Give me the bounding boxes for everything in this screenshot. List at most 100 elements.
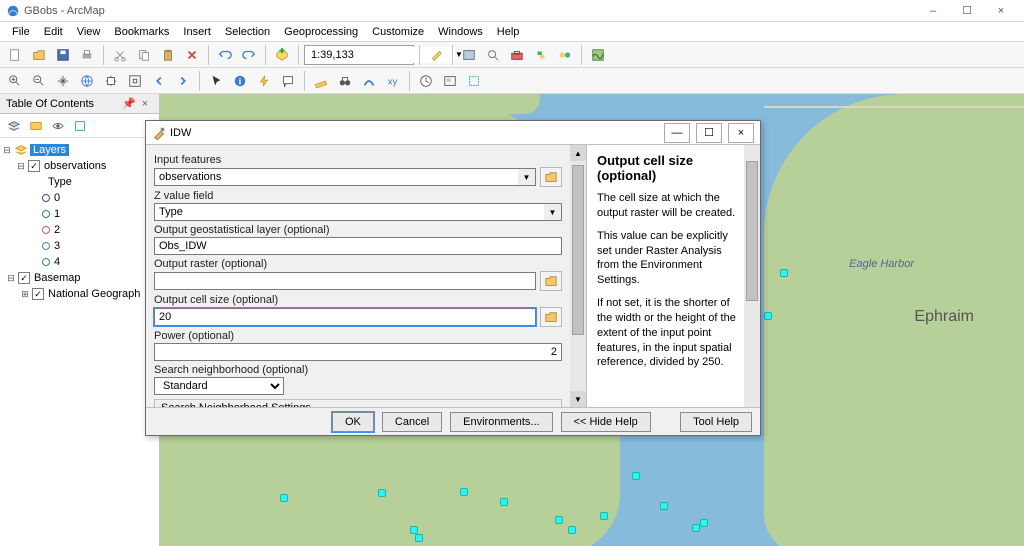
open-button[interactable] bbox=[28, 44, 50, 66]
geostatistical-analyst-button[interactable] bbox=[587, 44, 609, 66]
hide-help-button[interactable]: << Hide Help bbox=[561, 412, 651, 432]
save-button[interactable] bbox=[52, 44, 74, 66]
output-cell-field[interactable] bbox=[154, 308, 536, 326]
browse-cell-button[interactable] bbox=[540, 307, 562, 327]
fixed-zoom-out-button[interactable] bbox=[124, 70, 146, 92]
menu-windows[interactable]: Windows bbox=[432, 24, 489, 40]
layer-visibility-checkbox[interactable]: ✓ bbox=[32, 288, 44, 300]
menu-help[interactable]: Help bbox=[491, 24, 526, 40]
window-close-button[interactable]: × bbox=[984, 2, 1018, 20]
measure-button[interactable] bbox=[310, 70, 332, 92]
map-scale-combo[interactable]: ▼ bbox=[304, 45, 414, 65]
cut-button[interactable] bbox=[109, 44, 131, 66]
menu-selection[interactable]: Selection bbox=[219, 24, 276, 40]
select-elements-button[interactable] bbox=[205, 70, 227, 92]
output-geo-field[interactable] bbox=[154, 237, 562, 255]
menu-edit[interactable]: Edit bbox=[38, 24, 69, 40]
menu-insert[interactable]: Insert bbox=[177, 24, 217, 40]
redo-button[interactable] bbox=[238, 44, 260, 66]
time-slider-button[interactable] bbox=[415, 70, 437, 92]
html-popup-button[interactable] bbox=[277, 70, 299, 92]
editor-toolbar-icon[interactable] bbox=[425, 44, 447, 66]
back-extent-button[interactable] bbox=[148, 70, 170, 92]
fixed-zoom-in-button[interactable] bbox=[100, 70, 122, 92]
menu-customize[interactable]: Customize bbox=[366, 24, 430, 40]
scroll-up-arrow[interactable]: ▲ bbox=[570, 145, 586, 161]
print-button[interactable] bbox=[76, 44, 98, 66]
legend-class-0[interactable]: 0 bbox=[2, 190, 157, 206]
hyperlink-button[interactable] bbox=[253, 70, 275, 92]
tool-help-button[interactable]: Tool Help bbox=[680, 412, 752, 432]
search-window-button[interactable] bbox=[482, 44, 504, 66]
catalog-window-button[interactable] bbox=[458, 44, 480, 66]
layer-visibility-checkbox[interactable]: ✓ bbox=[18, 272, 30, 284]
tree-item-basemap[interactable]: ⊟ ✓ Basemap bbox=[2, 270, 157, 286]
dialog-maximize-button[interactable]: ☐ bbox=[696, 123, 722, 143]
modelbuilder-button[interactable] bbox=[554, 44, 576, 66]
zoom-out-button[interactable] bbox=[28, 70, 50, 92]
legend-class-2[interactable]: 2 bbox=[2, 222, 157, 238]
legend-class-3[interactable]: 3 bbox=[2, 238, 157, 254]
copy-button[interactable] bbox=[133, 44, 155, 66]
scroll-thumb[interactable] bbox=[572, 165, 584, 335]
create-viewer-button[interactable] bbox=[439, 70, 461, 92]
ok-button[interactable]: OK bbox=[332, 412, 374, 432]
dialog-minimize-button[interactable]: — bbox=[664, 123, 690, 143]
add-data-button[interactable] bbox=[271, 44, 293, 66]
close-panel-button[interactable]: × bbox=[137, 98, 153, 110]
legend-class-4[interactable]: 4 bbox=[2, 254, 157, 270]
z-value-dropdown[interactable]: ▼ bbox=[544, 203, 562, 221]
forward-extent-button[interactable] bbox=[172, 70, 194, 92]
zoom-in-button[interactable] bbox=[4, 70, 26, 92]
list-by-source-button[interactable] bbox=[26, 116, 46, 136]
browse-raster-button[interactable] bbox=[540, 271, 562, 291]
identify-button[interactable]: i bbox=[229, 70, 251, 92]
z-value-field[interactable] bbox=[154, 203, 544, 221]
go-to-xy-button[interactable]: xy bbox=[382, 70, 404, 92]
window-minimize-button[interactable]: – bbox=[916, 2, 950, 20]
help-scrollbar[interactable] bbox=[744, 145, 760, 407]
tree-item-observations[interactable]: ⊟ ✓ observations bbox=[2, 158, 157, 174]
dialog-close-button[interactable]: × bbox=[728, 123, 754, 143]
scroll-thumb[interactable] bbox=[746, 161, 758, 301]
scroll-down-arrow[interactable]: ▼ bbox=[570, 391, 586, 407]
arctoolbox-button[interactable] bbox=[506, 44, 528, 66]
select-features-button[interactable] bbox=[463, 70, 485, 92]
delete-button[interactable] bbox=[181, 44, 203, 66]
undo-button[interactable] bbox=[214, 44, 236, 66]
pan-button[interactable] bbox=[52, 70, 74, 92]
cancel-button[interactable]: Cancel bbox=[382, 412, 442, 432]
output-raster-field[interactable] bbox=[154, 272, 536, 290]
menu-file[interactable]: File bbox=[6, 24, 36, 40]
form-scrollbar[interactable]: ▲ ▼ bbox=[570, 145, 586, 407]
menu-bookmarks[interactable]: Bookmarks bbox=[108, 24, 175, 40]
input-features-field[interactable] bbox=[154, 168, 518, 186]
list-by-drawing-order-button[interactable] bbox=[4, 116, 24, 136]
expand-icon[interactable]: ⊞ bbox=[20, 289, 30, 300]
full-extent-button[interactable] bbox=[76, 70, 98, 92]
tree-root-layers[interactable]: ⊟ Layers bbox=[2, 142, 157, 158]
list-by-selection-button[interactable] bbox=[70, 116, 90, 136]
legend-class-1[interactable]: 1 bbox=[2, 206, 157, 222]
collapse-icon[interactable]: ⊟ bbox=[6, 273, 16, 284]
collapse-icon[interactable]: ⊟ bbox=[16, 161, 26, 172]
pin-icon[interactable]: 📌 bbox=[121, 97, 137, 110]
tree-item-natgeo[interactable]: ⊞ ✓ National Geograph bbox=[2, 286, 157, 302]
browse-input-button[interactable] bbox=[540, 167, 562, 187]
find-route-button[interactable] bbox=[358, 70, 380, 92]
list-by-visibility-button[interactable] bbox=[48, 116, 68, 136]
new-doc-button[interactable] bbox=[4, 44, 26, 66]
menu-geoprocessing[interactable]: Geoprocessing bbox=[278, 24, 364, 40]
search-neighborhood-select[interactable]: Standard bbox=[154, 377, 284, 395]
input-features-dropdown[interactable]: ▼ bbox=[518, 168, 536, 186]
environments-button[interactable]: Environments... bbox=[450, 412, 552, 432]
layer-visibility-checkbox[interactable]: ✓ bbox=[28, 160, 40, 172]
window-maximize-button[interactable]: ☐ bbox=[950, 2, 984, 20]
power-field[interactable] bbox=[154, 343, 562, 361]
paste-button[interactable] bbox=[157, 44, 179, 66]
python-window-button[interactable] bbox=[530, 44, 552, 66]
collapse-icon[interactable]: ⊟ bbox=[2, 145, 12, 156]
dialog-title-bar[interactable]: IDW — ☐ × bbox=[146, 121, 760, 145]
find-button[interactable] bbox=[334, 70, 356, 92]
menu-view[interactable]: View bbox=[71, 24, 107, 40]
